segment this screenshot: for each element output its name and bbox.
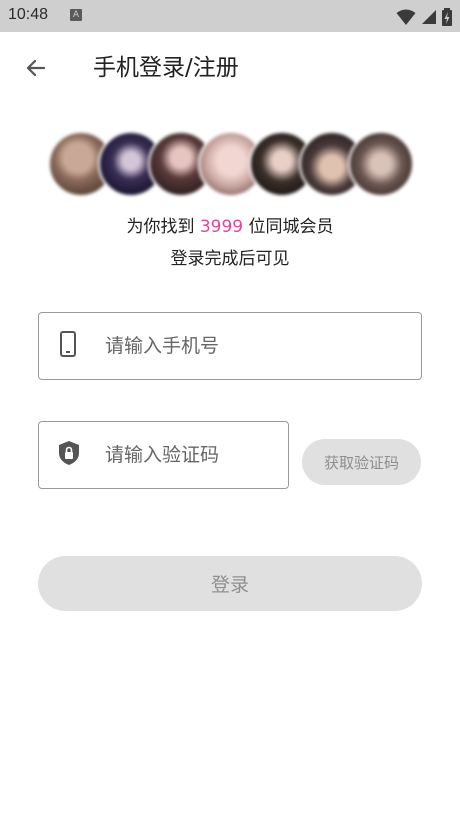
- status-icons: [396, 6, 452, 26]
- shield-lock-icon: [57, 440, 81, 470]
- wifi-icon: [396, 9, 416, 25]
- member-count-prefix: 为你找到: [126, 217, 200, 237]
- page-title: 手机登录/注册: [93, 55, 239, 81]
- signal-icon: [421, 9, 436, 24]
- get-code-button[interactable]: 获取验证码: [302, 439, 421, 485]
- battery-charging-icon: [442, 7, 452, 26]
- phone-input[interactable]: [105, 313, 411, 379]
- phone-field: [38, 312, 422, 380]
- login-hint-text: 登录完成后可见: [170, 249, 290, 269]
- verification-code-field: [38, 421, 289, 489]
- status-time: 10:48: [8, 6, 49, 23]
- member-count-text: 为你找到 3999 位同城会员: [0, 212, 460, 237]
- member-count: 3999: [199, 217, 244, 237]
- verification-code-input[interactable]: [105, 422, 278, 488]
- arrow-left-icon: [26, 59, 46, 77]
- login-button[interactable]: 登录: [38, 556, 422, 611]
- phone-icon: [57, 331, 79, 361]
- avatar: [348, 131, 414, 197]
- back-button[interactable]: [20, 52, 52, 84]
- status-bar: 10:48 A: [0, 0, 460, 32]
- member-count-suffix: 位同城会员: [243, 217, 334, 237]
- avatar-row: [48, 131, 416, 197]
- notification-icon: A: [70, 9, 82, 21]
